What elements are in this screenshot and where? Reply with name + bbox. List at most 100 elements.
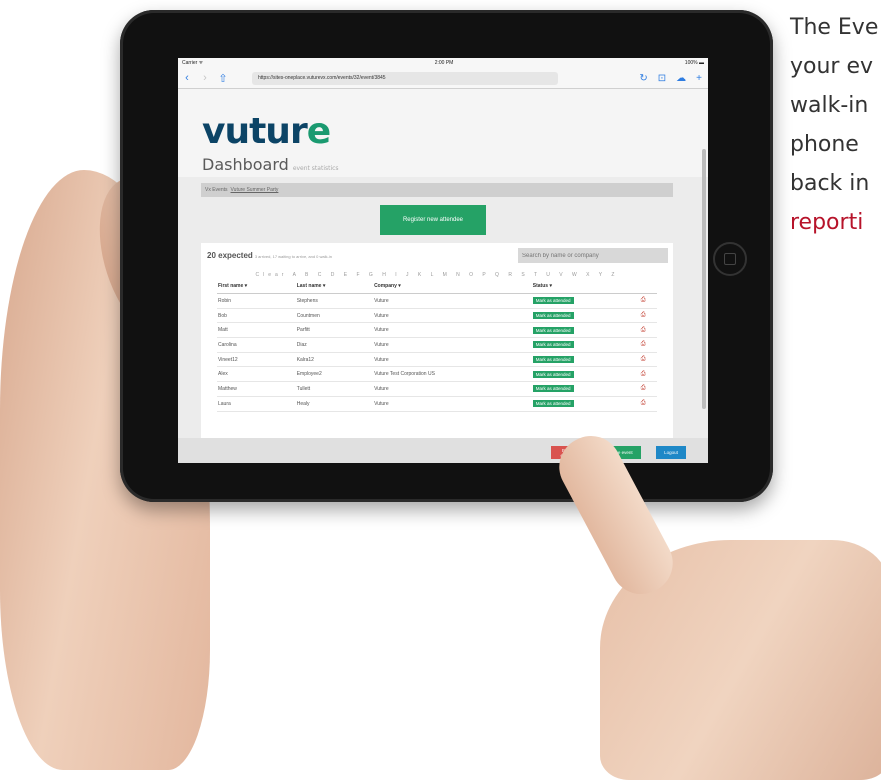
company-cell: Vuture — [373, 352, 532, 368]
register-attendee-button[interactable]: Register new attendee — [380, 205, 486, 235]
attendee-panel: 20 expected 3 arrived, 17 waiting to arri… — [201, 243, 673, 458]
first-name-cell: Matt — [217, 322, 296, 339]
mark-attended-button[interactable]: Mark as attended — [532, 385, 574, 393]
breadcrumb-prefix[interactable]: Vx Events — [205, 187, 228, 193]
tablet-screen: Carrier ᯤ 2:00 PM 100% ▬ ‹ › ⇧ https://s… — [178, 58, 708, 463]
mark-attended-button[interactable]: Mark as attended — [532, 341, 574, 349]
table-row: Robin Stephens Vuture Mark as attended ⎙ — [217, 293, 657, 309]
pdf-icon[interactable]: ⎙ — [641, 385, 646, 391]
carrier-label: Carrier ᯤ — [182, 60, 204, 66]
logout-button[interactable]: Logout — [656, 446, 686, 459]
table-row: Vineet12 Kalra12 Vuture Mark as attended ⎙ — [217, 352, 657, 368]
side-line-1: The Eve — [790, 15, 879, 40]
mark-attended-button[interactable]: Mark as attended — [532, 297, 574, 305]
pdf-icon[interactable]: ⎙ — [641, 400, 646, 406]
first-name-cell: Robin — [217, 293, 296, 309]
page-title: Dashboard event statistics — [202, 155, 339, 174]
mark-attended-button[interactable]: Mark as attended — [532, 400, 574, 408]
first-name-cell: Matthew — [217, 381, 296, 397]
col-first-name[interactable]: First name ▾ — [217, 279, 296, 294]
new-tab-icon[interactable]: + — [696, 73, 702, 84]
web-page: vuture Dashboard event statistics Vx Even… — [178, 89, 708, 463]
col-last-name[interactable]: Last name ▾ — [295, 279, 374, 294]
mark-attended-button[interactable]: Mark as attended — [532, 312, 574, 320]
mark-attended-button[interactable]: Mark as attended — [532, 370, 574, 378]
tablet-device: Carrier ᯤ 2:00 PM 100% ▬ ‹ › ⇧ https://s… — [120, 10, 773, 502]
back-icon[interactable]: ‹ — [178, 72, 196, 84]
forward-icon[interactable]: › — [196, 72, 214, 84]
reload-icon[interactable]: ↻ — [639, 73, 647, 84]
last-name-cell: Stephens — [295, 293, 374, 309]
col-status[interactable]: Status ▾ — [531, 279, 640, 294]
safari-toolbar: ‹ › ⇧ https://sites-oneplace.vuturevx.co… — [178, 68, 708, 89]
status-cell: Mark as attended — [531, 308, 640, 324]
pdf-icon[interactable]: ⎙ — [641, 371, 646, 377]
side-line-accent: reporti — [790, 210, 864, 235]
pdf-icon[interactable]: ⎙ — [641, 312, 646, 318]
cloud-tabs-icon[interactable]: ☁ — [676, 73, 686, 84]
pdf-cell: ⎙ — [639, 337, 657, 353]
pdf-cell: ⎙ — [639, 322, 657, 339]
pdf-icon[interactable]: ⎙ — [641, 341, 646, 347]
pdf-icon[interactable]: ⎙ — [641, 327, 646, 333]
expected-count: 20 expected — [207, 251, 253, 260]
last-name-cell: Diaz — [295, 337, 374, 353]
table-row: Matt Parfitt Vuture Mark as attended ⎙ — [217, 322, 657, 339]
status-cell: Mark as attended — [531, 337, 640, 353]
last-name-cell: Healy — [295, 396, 374, 412]
logo-end: e — [306, 111, 331, 152]
col-company[interactable]: Company ▾ — [373, 279, 532, 294]
page-scrollbar[interactable] — [702, 149, 706, 409]
page-subtitle: event statistics — [292, 165, 339, 172]
mark-attended-button[interactable]: Mark as attended — [532, 326, 574, 334]
side-marketing-text: The Eve your ev walk-in phone back in re… — [790, 8, 881, 242]
pdf-cell: ⎙ — [639, 366, 657, 383]
address-bar[interactable]: https://sites-oneplace.vuturevx.com/even… — [252, 71, 558, 85]
page-title-text: Dashboard — [202, 155, 289, 174]
company-cell: Vuture — [373, 337, 532, 353]
first-name-cell: Carolina — [217, 337, 296, 353]
table-row: Laura Healy Vuture Mark as attended ⎙ — [217, 396, 657, 412]
company-cell: Vuture — [373, 293, 532, 309]
table-row: Carolina Diaz Vuture Mark as attended ⎙ — [217, 337, 657, 353]
status-cell: Mark as attended — [531, 396, 640, 412]
side-line-5: back in — [790, 171, 870, 196]
last-name-cell: Employee2 — [295, 366, 374, 383]
mark-attended-button[interactable]: Mark as attended — [532, 356, 574, 364]
breadcrumb: Vx Events Vuture Summer Party — [201, 183, 673, 197]
last-name-cell: Kalra12 — [295, 352, 374, 368]
table-row: Matthew Tullett Vuture Mark as attended ⎙ — [217, 381, 657, 397]
company-cell: Vuture — [373, 381, 532, 397]
attendee-search-input[interactable] — [518, 248, 668, 263]
home-button-icon[interactable] — [713, 242, 747, 276]
side-line-4: phone — [790, 132, 859, 157]
event-footer-bar: End event ⊙ Continue event Logout — [178, 438, 708, 463]
pdf-cell: ⎙ — [639, 352, 657, 368]
bookmarks-icon[interactable]: ⊡ — [658, 73, 666, 84]
table-row: Alex Employee2 Vuture Test Corporation US M… — [217, 366, 657, 383]
first-name-cell: Laura — [217, 396, 296, 412]
attendee-table: First name ▾ Last name ▾ Company ▾ Statu… — [217, 279, 657, 412]
first-name-cell: Vineet12 — [217, 352, 296, 368]
alphabet-filter[interactable]: Clear A B C D E F G H I J K L M N O P Q … — [201, 272, 673, 278]
pdf-icon[interactable]: ⎙ — [641, 356, 646, 362]
battery-icon: 100% ▬ — [684, 60, 704, 66]
company-cell: Vuture Test Corporation US — [373, 366, 532, 383]
pdf-cell: ⎙ — [639, 381, 657, 397]
status-cell: Mark as attended — [531, 381, 640, 397]
pdf-icon[interactable]: ⎙ — [641, 297, 646, 303]
table-header-row: First name ▾ Last name ▾ Company ▾ Statu… — [217, 279, 657, 294]
company-cell: Vuture — [373, 308, 532, 324]
side-line-2: your ev — [790, 54, 874, 79]
table-row: Bob Countmen Vuture Mark as attended ⎙ — [217, 308, 657, 324]
first-name-cell: Bob — [217, 308, 296, 324]
share-icon[interactable]: ⇧ — [214, 72, 232, 85]
last-name-cell: Countmen — [295, 308, 374, 324]
status-cell: Mark as attended — [531, 366, 640, 383]
company-cell: Vuture — [373, 322, 532, 339]
pdf-cell: ⎙ — [639, 308, 657, 324]
side-line-3: walk-in — [790, 93, 869, 118]
breadcrumb-event-link[interactable]: Vuture Summer Party — [231, 187, 279, 193]
pdf-cell: ⎙ — [639, 396, 657, 412]
logo-main: vutu — [202, 111, 291, 152]
